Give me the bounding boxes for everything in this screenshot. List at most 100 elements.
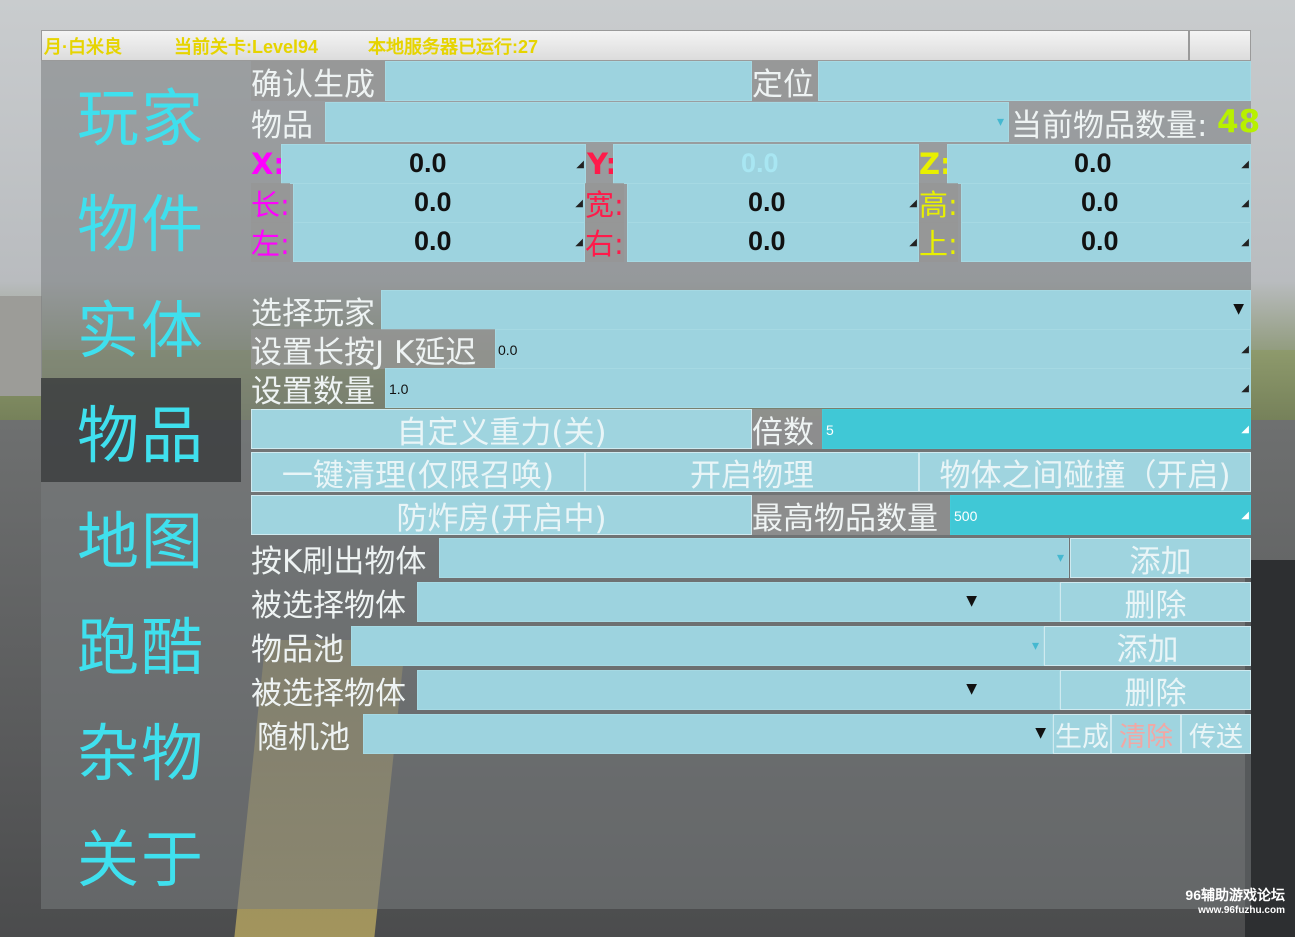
up-label: 上:	[919, 222, 958, 262]
current-level: 当前关卡:Level94	[174, 36, 319, 57]
chevron-down-icon: ▾	[1031, 638, 1039, 654]
physics-button[interactable]: 开启物理	[585, 452, 919, 494]
item-pool-label: 物品池	[251, 631, 344, 668]
nav-map[interactable]: 地图	[41, 484, 241, 588]
left-value: 0.0	[414, 226, 452, 256]
resize-icon: ◢	[1241, 159, 1249, 170]
k-spawn-label: 按K刷出物体	[251, 543, 427, 580]
jk-delay-label: 设置长按J K延迟	[251, 329, 495, 371]
z-value: 0.0	[1074, 148, 1112, 178]
random-pool-label: 随机池	[257, 719, 350, 756]
resize-icon: ◢	[1241, 383, 1249, 394]
selected-object-dropdown-2[interactable]: ▼	[417, 670, 1060, 710]
length-value: 0.0	[414, 187, 452, 217]
right-value: 0.0	[748, 226, 786, 256]
resize-icon: ◢	[909, 198, 917, 209]
length-input[interactable]: 0.0 ◢	[293, 183, 585, 223]
x-input[interactable]: 0.0 ◢	[281, 144, 586, 184]
watermark-title: 96辅助游戏论坛	[1185, 887, 1285, 903]
x-value: 0.0	[409, 148, 447, 178]
height-label: 高:	[919, 183, 958, 223]
teleport-button[interactable]: 传送	[1181, 714, 1251, 754]
generate-button[interactable]: 生成	[1053, 714, 1111, 754]
length-label: 长:	[251, 183, 290, 223]
max-items-input[interactable]: 500 ◢	[950, 495, 1251, 535]
max-items-label: 最高物品数量	[752, 495, 950, 537]
delete-pool-button[interactable]: 删除	[1060, 670, 1251, 712]
width-value: 0.0	[748, 187, 786, 217]
item-pool-dropdown[interactable]: ▾	[351, 626, 1044, 666]
resize-icon: ◢	[1241, 424, 1249, 435]
random-pool-dropdown[interactable]: ▼	[363, 714, 1053, 754]
item-label: 物品	[251, 107, 313, 144]
resize-icon: ◢	[1241, 344, 1249, 355]
left-input[interactable]: 0.0 ◢	[293, 222, 585, 262]
chevron-down-icon: ▾	[1056, 550, 1064, 566]
resize-icon: ◢	[1241, 510, 1249, 521]
locate-field[interactable]	[818, 61, 1251, 101]
resize-icon: ◢	[909, 237, 917, 248]
x-label: X:	[251, 147, 285, 181]
resize-icon: ◢	[575, 198, 583, 209]
select-player-dropdown[interactable]: ▼	[381, 290, 1251, 330]
item-count-label: 当前物品数量:	[1011, 107, 1208, 144]
right-input[interactable]: 0.0 ◢	[627, 222, 919, 262]
height-value: 0.0	[1081, 187, 1119, 217]
locate-label[interactable]: 定位	[752, 61, 818, 103]
player-name: 月·白米良	[44, 36, 122, 57]
nav-parkour[interactable]: 跑酷	[41, 590, 241, 694]
z-input[interactable]: 0.0 ◢	[947, 144, 1251, 184]
items-panel: 确认生成 定位 物品 ▾ 当前物品数量: 48 X: 0.0 ◢ Y: 0.0 …	[251, 61, 1260, 909]
multiplier-label: 倍数	[752, 409, 822, 451]
left-label: 左:	[251, 222, 290, 262]
server-uptime: 本地服务器已运行:27	[368, 36, 539, 57]
up-input[interactable]: 0.0 ◢	[961, 222, 1251, 262]
jk-delay-value: 0.0	[498, 342, 518, 358]
max-items-value: 500	[954, 508, 978, 524]
multiplier-input[interactable]: 5 ◢	[822, 409, 1251, 449]
nav-misc[interactable]: 杂物	[41, 696, 241, 800]
quantity-label: 设置数量	[251, 373, 375, 410]
clear-button[interactable]: 清除	[1111, 714, 1181, 754]
item-count-value: 48	[1217, 104, 1261, 140]
cleanup-button[interactable]: 一键清理(仅限召唤)	[251, 452, 585, 494]
resize-icon: ◢	[1241, 237, 1249, 248]
selected-object-label-2: 被选择物体	[251, 675, 406, 712]
bombproof-button[interactable]: 防炸房(开启中)	[251, 495, 752, 537]
jk-delay-input[interactable]: 0.0 ◢	[495, 329, 1251, 369]
collision-button[interactable]: 物体之间碰撞（开启)	[919, 452, 1251, 494]
title-bar-button[interactable]	[1189, 30, 1251, 61]
selected-object-label: 被选择物体	[251, 587, 406, 624]
nav-objects[interactable]: 物件	[41, 167, 241, 271]
width-input[interactable]: 0.0 ◢	[627, 183, 919, 223]
nav-items[interactable]: 物品	[41, 378, 241, 482]
resize-icon: ◢	[576, 159, 584, 170]
gravity-toggle-button[interactable]: 自定义重力(关)	[251, 409, 752, 451]
width-label: 宽:	[585, 183, 624, 223]
add-pool-button[interactable]: 添加	[1044, 626, 1251, 668]
nav-entities[interactable]: 实体	[41, 273, 241, 377]
item-dropdown[interactable]: ▾	[325, 102, 1009, 142]
quantity-value: 1.0	[389, 381, 409, 397]
delete-button[interactable]: 删除	[1060, 582, 1251, 624]
add-button[interactable]: 添加	[1070, 538, 1251, 580]
nav-players[interactable]: 玩家	[41, 61, 241, 165]
select-player-label: 选择玩家	[251, 295, 375, 332]
nav-about[interactable]: 关于	[41, 802, 241, 906]
confirm-spawn-label[interactable]: 确认生成	[251, 61, 385, 103]
k-spawn-dropdown[interactable]: ▾	[439, 538, 1069, 578]
resize-icon: ◢	[1241, 198, 1249, 209]
resize-icon: ◢	[575, 237, 583, 248]
title-bar: 月·白米良 当前关卡:Level94 本地服务器已运行:27	[41, 30, 1189, 61]
y-input[interactable]: 0.0	[613, 144, 919, 184]
right-label: 右:	[585, 222, 624, 262]
chevron-down-icon: ▼	[1035, 725, 1046, 741]
selected-object-dropdown[interactable]: ▼	[417, 582, 1060, 622]
background-house	[0, 296, 42, 396]
chevron-down-icon: ▼	[1233, 301, 1244, 317]
quantity-input[interactable]: 1.0 ◢	[385, 368, 1251, 408]
height-input[interactable]: 0.0 ◢	[961, 183, 1251, 223]
watermark: 96辅助游戏论坛 www.96fuzhu.com	[1185, 885, 1285, 916]
multiplier-value: 5	[826, 422, 834, 438]
confirm-spawn-field[interactable]	[385, 61, 752, 101]
